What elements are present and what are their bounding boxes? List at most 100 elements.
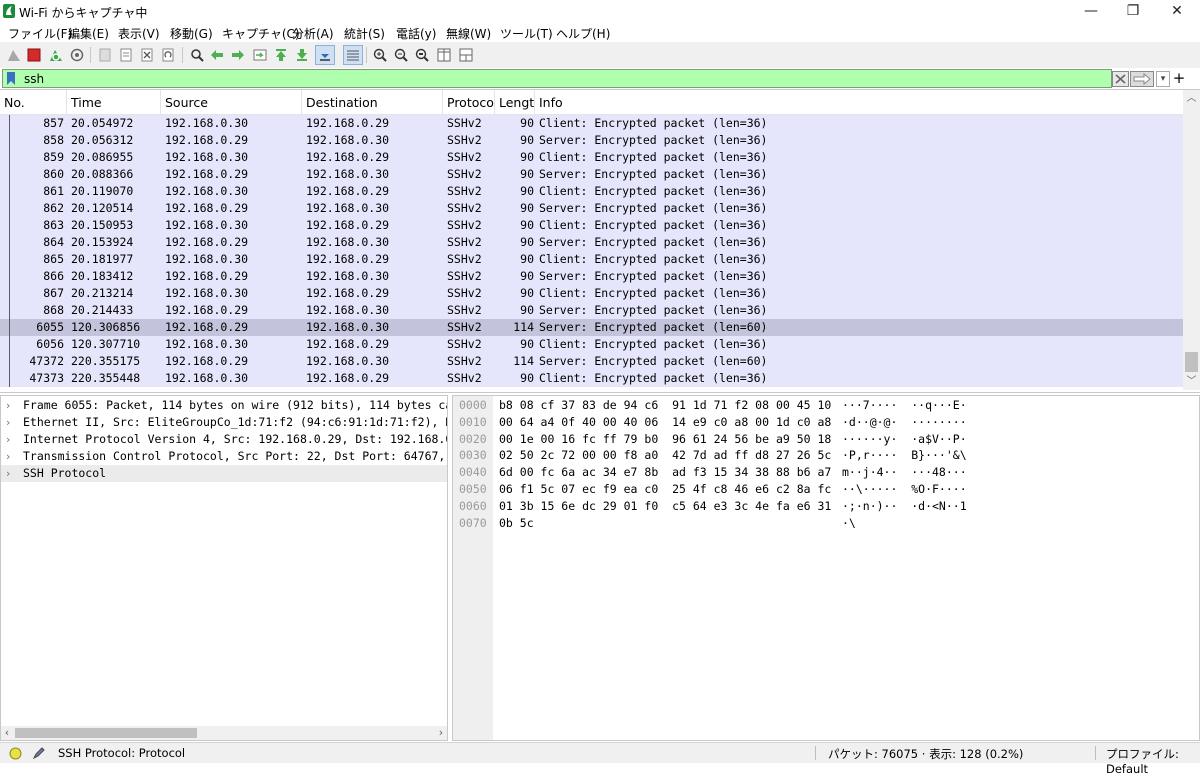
packet-row[interactable]: 862 20.120514 192.168.0.29 192.168.0.30 SSHv… [0,200,1183,217]
zoom-out-icon[interactable] [392,46,410,64]
packet-row[interactable]: 861 20.119070 192.168.0.30 192.168.0.29 SSHv… [0,183,1183,200]
layout-icon[interactable] [457,46,475,64]
details-tree-item[interactable]: › Internet Protocol Version 4, Src: 192.1… [1,431,447,448]
cell-protocol: SSHv2 [447,133,482,147]
cell-protocol: SSHv2 [447,286,482,300]
bookmark-icon[interactable] [6,72,16,85]
details-horizontal-scrollbar[interactable]: ‹ › [1,726,447,740]
stop-capture-icon[interactable] [25,46,43,64]
filter-value[interactable]: ssh [24,72,44,86]
reload-file-icon[interactable] [159,46,177,64]
menu-tools[interactable]: ツール(T) [500,25,553,42]
scrollbar-thumb[interactable] [1185,352,1198,372]
clear-filter-icon[interactable] [1112,71,1129,87]
zoom-in-icon[interactable] [371,46,389,64]
toolbar-separator [90,47,91,63]
byte-ascii: ··\····· %O·F···· [842,482,967,496]
display-filter-input[interactable]: ssh [2,69,1112,88]
go-forward-icon[interactable] [229,46,247,64]
go-back-icon[interactable] [208,46,226,64]
restart-capture-icon[interactable] [47,46,65,64]
save-file-icon[interactable] [117,46,135,64]
status-packet-count: パケット: 76075 · 表示: 128 (0.2%) [828,747,1024,761]
menu-wireless[interactable]: 無線(W) [446,25,491,42]
close-file-icon[interactable] [138,46,156,64]
menu-analyze[interactable]: 分析(A) [292,25,334,42]
scroll-right-icon[interactable]: › [435,726,447,740]
scroll-up-icon[interactable]: ︿ [1183,90,1200,107]
start-capture-icon[interactable] [5,46,23,64]
packet-list-rows: 857 20.054972 192.168.0.30 192.168.0.29 SSHv… [0,115,1183,387]
maximize-button[interactable]: ❐ [1110,0,1156,22]
zoom-normal-icon[interactable] [413,46,431,64]
packet-row[interactable]: 47373 220.355448 192.168.0.30 192.168.0.29 S… [0,370,1183,387]
packet-row[interactable]: 865 20.181977 192.168.0.30 192.168.0.29 SSHv… [0,251,1183,268]
menu-view[interactable]: 表示(V) [118,25,160,42]
cell-source: 192.168.0.30 [165,184,249,198]
go-first-packet-icon[interactable] [272,46,290,64]
scroll-down-icon[interactable]: ﹀ [1183,373,1200,390]
go-to-packet-icon[interactable] [251,46,269,64]
byte-offset: 0050 [459,482,487,496]
cell-time: 220.355175 [71,354,141,368]
expand-chevron-icon[interactable]: › [6,397,10,414]
column-header-protocol[interactable]: Protocol [443,90,495,114]
menu-help[interactable]: ヘルプ(H) [556,25,610,42]
status-profile[interactable]: プロファイル: Default [1106,746,1200,776]
column-header-info[interactable]: Info [535,90,1183,114]
packet-row[interactable]: 863 20.150953 192.168.0.30 192.168.0.29 SSHv… [0,217,1183,234]
packet-list-scrollbar[interactable]: ︿ ﹀ [1183,90,1200,390]
cell-source: 192.168.0.30 [165,286,249,300]
packet-row[interactable]: 859 20.086955 192.168.0.30 192.168.0.29 SSHv… [0,149,1183,166]
details-tree-item[interactable]: › Frame 6055: Packet, 114 bytes on wire (… [1,397,447,414]
column-header-length[interactable]: Length [495,90,535,114]
byte-hex: 06 f1 5c 07 ec f9 ea c0 25 4f c8 46 e6 c… [499,482,832,496]
close-button[interactable]: ✕ [1154,0,1200,22]
filter-history-dropdown[interactable]: ▾ [1156,71,1170,87]
packet-row[interactable]: 868 20.214433 192.168.0.29 192.168.0.30 SSHv… [0,302,1183,319]
add-filter-button[interactable]: + [1172,69,1186,87]
packet-row[interactable]: 867 20.213214 192.168.0.30 192.168.0.29 SSHv… [0,285,1183,302]
packet-row[interactable]: 47372 220.355175 192.168.0.29 192.168.0.30 S… [0,353,1183,370]
expand-chevron-icon[interactable]: › [6,465,10,482]
minimize-button[interactable]: — [1068,0,1114,22]
packet-row[interactable]: 864 20.153924 192.168.0.29 192.168.0.30 SSHv… [0,234,1183,251]
packet-row[interactable]: 6055 120.306856 192.168.0.29 192.168.0.30 SS… [0,319,1183,336]
menu-file[interactable]: ファイル(F) [8,25,72,42]
packet-row[interactable]: 866 20.183412 192.168.0.29 192.168.0.30 SSHv… [0,268,1183,285]
expand-chevron-icon[interactable]: › [6,414,10,431]
apply-filter-icon[interactable] [1130,71,1154,87]
capture-options-icon[interactable] [68,46,86,64]
expand-chevron-icon[interactable]: › [6,448,10,465]
go-last-packet-icon[interactable] [293,46,311,64]
packet-row[interactable]: 860 20.088366 192.168.0.29 192.168.0.30 SSHv… [0,166,1183,183]
capture-comment-icon[interactable] [32,746,46,760]
details-tree-item[interactable]: › Ethernet II, Src: EliteGroupCo_1d:71:f2… [1,414,447,431]
colorize-icon[interactable] [343,45,363,65]
menu-edit[interactable]: 編集(E) [68,25,109,42]
open-file-icon[interactable] [96,46,114,64]
expert-info-icon[interactable] [9,747,22,760]
column-header-time[interactable]: Time [67,90,161,114]
column-header-no[interactable]: No. [0,90,67,114]
menu-go[interactable]: 移動(G) [170,25,213,42]
cell-no: 866 [43,269,64,283]
byte-hex: 01 3b 15 6e dc 29 01 f0 c5 64 e3 3c 4e f… [499,498,832,513]
menu-statistics[interactable]: 統計(S) [344,25,385,42]
menu-capture[interactable]: キャプチャ(C) [222,25,300,42]
menu-telephony[interactable]: 電話(y) [396,25,436,42]
scrollbar-thumb[interactable] [15,728,197,738]
packet-row[interactable]: 6056 120.307710 192.168.0.30 192.168.0.29 SS… [0,336,1183,353]
resize-columns-icon[interactable] [435,46,453,64]
find-packet-icon[interactable] [188,46,206,64]
details-tree-item[interactable]: › SSH Protocol [1,465,447,482]
cell-source: 192.168.0.29 [165,235,249,249]
column-header-destination[interactable]: Destination [302,90,443,114]
packet-row[interactable]: 857 20.054972 192.168.0.30 192.168.0.29 SSHv… [0,115,1183,132]
details-tree-item[interactable]: › Transmission Control Protocol, Src Port… [1,448,447,465]
column-header-source[interactable]: Source [161,90,302,114]
auto-scroll-icon[interactable] [315,45,335,65]
scroll-left-icon[interactable]: ‹ [1,726,13,740]
packet-row[interactable]: 858 20.056312 192.168.0.29 192.168.0.30 SSHv… [0,132,1183,149]
expand-chevron-icon[interactable]: › [6,431,10,448]
